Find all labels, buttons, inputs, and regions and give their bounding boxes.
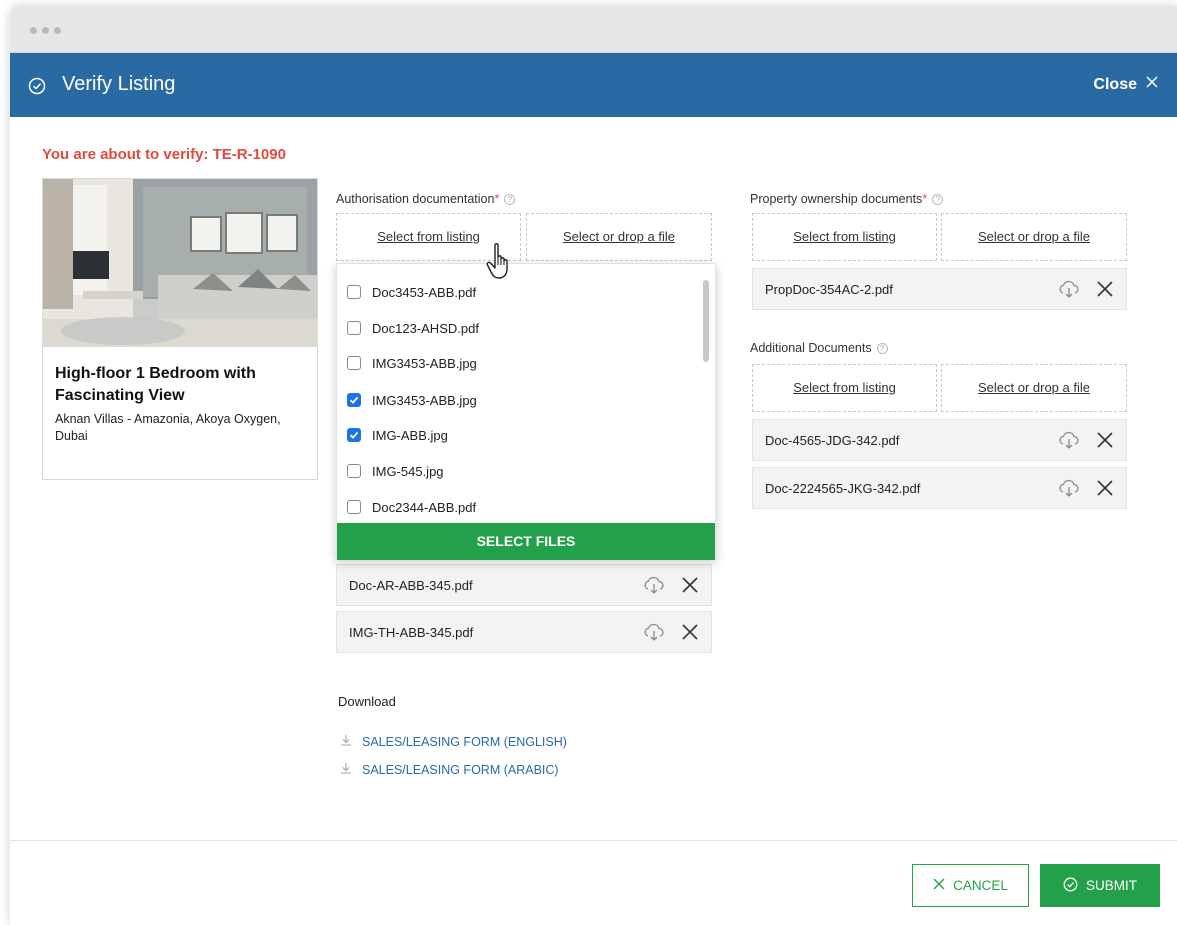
close-button[interactable]: Close <box>1093 75 1159 94</box>
remove-file-icon[interactable] <box>1096 431 1114 452</box>
ownership-select-or-drop[interactable]: Select or drop a file <box>941 213 1127 261</box>
download-link-english[interactable]: SALES/LEASING FORM (ENGLISH) <box>340 734 567 749</box>
file-picker-item-label: IMG3453-ABB.jpg <box>372 355 477 371</box>
checkbox[interactable] <box>347 464 361 478</box>
file-name: IMG-TH-ABB-345.pdf <box>349 625 474 640</box>
cloud-download-icon[interactable] <box>1058 479 1080 500</box>
file-picker-item-label: Doc2344-ABB.pdf <box>372 499 477 515</box>
hand-cursor-icon <box>486 242 518 287</box>
download-link-label: SALES/LEASING FORM (ENGLISH) <box>362 734 567 749</box>
additional-select-from-listing[interactable]: Select from listing <box>752 364 937 412</box>
file-picker-item[interactable]: IMG3453-ABB.jpg <box>347 387 477 413</box>
remove-file-icon[interactable] <box>681 623 699 644</box>
checkbox[interactable] <box>347 321 361 335</box>
cloud-download-icon[interactable] <box>643 623 665 644</box>
auth-docs-label: Authorisation documentation*? <box>336 192 516 206</box>
ownership-select-from-listing[interactable]: Select from listing <box>752 213 937 261</box>
checkbox[interactable] <box>347 500 361 514</box>
remove-file-icon[interactable] <box>1096 280 1114 301</box>
modal-title: Verify Listing <box>62 73 176 95</box>
window-dot <box>42 27 49 34</box>
submit-label: SUBMIT <box>1085 878 1137 893</box>
ownership-docs-label-text: Property ownership documents <box>750 192 923 206</box>
file-picker-item-label: IMG-ABB.jpg <box>372 427 448 443</box>
dropdown-scrollbar[interactable] <box>703 280 709 362</box>
download-link-arabic[interactable]: SALES/LEASING FORM (ARABIC) <box>340 762 559 777</box>
listing-address: Aknan Villas - Amazonia, Akoya Oxygen, D… <box>55 412 281 443</box>
checkbox-checked[interactable] <box>347 393 361 407</box>
remove-file-icon[interactable] <box>681 576 699 597</box>
file-picker-item-label: IMG3453-ABB.jpg <box>372 392 477 408</box>
file-picker-item[interactable]: Doc3453-ABB.pdf <box>347 279 476 305</box>
cancel-button[interactable]: CANCEL <box>912 864 1029 907</box>
required-marker: * <box>494 192 500 206</box>
modal-window: Verify Listing Close You are about to ve… <box>10 6 1177 925</box>
checkbox-checked[interactable] <box>347 428 361 442</box>
file-name: PropDoc-354AC-2.pdf <box>765 282 893 297</box>
file-picker-item[interactable]: Doc2344-ABB.pdf <box>347 494 476 520</box>
additional-docs-label: Additional Documents? <box>750 341 888 355</box>
auth-file-row: IMG-TH-ABB-345.pdf <box>336 611 712 653</box>
submit-button[interactable]: SUBMIT <box>1040 864 1160 907</box>
window-dot <box>30 27 37 34</box>
cloud-download-icon[interactable] <box>1058 280 1080 301</box>
cloud-download-icon[interactable] <box>643 576 665 597</box>
download-link-label: SALES/LEASING FORM (ARABIC) <box>362 762 559 777</box>
file-name: Doc-2224565-JKG-342.pdf <box>765 481 921 496</box>
close-icon <box>1145 75 1159 94</box>
check-circle-icon <box>1063 877 1078 895</box>
file-name: Doc-4565-JDG-342.pdf <box>765 433 900 448</box>
help-icon[interactable]: ? <box>876 343 888 354</box>
file-picker-item[interactable]: IMG-ABB.jpg <box>347 422 448 448</box>
file-picker-list[interactable]: Doc3453-ABB.pdf Doc123-AHSD.pdf IMG3453-… <box>337 264 715 522</box>
checkbox[interactable] <box>347 285 361 299</box>
file-picker-dropdown: Doc3453-ABB.pdf Doc123-AHSD.pdf IMG3453-… <box>336 263 716 560</box>
additional-file-row: Doc-2224565-JKG-342.pdf <box>752 467 1127 509</box>
auth-file-row: Doc-AR-ABB-345.pdf <box>336 564 712 606</box>
checkbox[interactable] <box>347 356 361 370</box>
file-name: Doc-AR-ABB-345.pdf <box>349 578 473 593</box>
file-picker-item[interactable]: IMG-545.jpg <box>347 458 444 484</box>
additional-select-or-drop[interactable]: Select or drop a file <box>941 364 1127 412</box>
modal-header: Verify Listing Close <box>10 53 1177 117</box>
cancel-label: CANCEL <box>953 878 1008 893</box>
check-circle-icon <box>28 77 46 100</box>
file-picker-item-label: Doc3453-ABB.pdf <box>372 284 477 300</box>
ownership-file-row: PropDoc-354AC-2.pdf <box>752 268 1127 310</box>
close-label: Close <box>1093 75 1137 93</box>
required-marker: * <box>922 192 928 206</box>
file-picker-item-label: IMG-545.jpg <box>372 463 444 479</box>
listing-name: High-floor 1 Bedroom with Fascinating Vi… <box>55 365 256 404</box>
close-icon <box>933 878 945 893</box>
file-picker-item[interactable]: Doc123-AHSD.pdf <box>347 315 479 341</box>
verify-warning: You are about to verify: TE-R-1090 <box>42 146 286 163</box>
additional-docs-label-text: Additional Documents <box>750 341 872 355</box>
ownership-docs-label: Property ownership documents*? <box>750 192 944 206</box>
file-picker-item[interactable]: IMG3453-ABB.jpg <box>347 350 477 376</box>
auth-docs-label-text: Authorisation documentation <box>336 192 495 206</box>
cloud-download-icon[interactable] <box>1058 431 1080 452</box>
select-files-button[interactable]: SELECT FILES <box>337 523 715 560</box>
additional-file-row: Doc-4565-JDG-342.pdf <box>752 419 1127 461</box>
auth-select-or-drop[interactable]: Select or drop a file <box>526 213 712 261</box>
listing-photo <box>43 179 317 347</box>
listing-card: High-floor 1 Bedroom with Fascinating Vi… <box>42 178 318 480</box>
file-picker-item-label: Doc123-AHSD.pdf <box>372 320 479 336</box>
download-icon <box>340 734 352 749</box>
window-dot <box>54 27 61 34</box>
window-titlebar <box>10 6 1177 53</box>
download-title: Download <box>338 694 396 709</box>
help-icon[interactable]: ? <box>504 194 516 205</box>
footer-divider <box>10 840 1177 841</box>
download-icon <box>340 762 352 777</box>
remove-file-icon[interactable] <box>1096 479 1114 500</box>
help-icon[interactable]: ? <box>932 194 944 205</box>
